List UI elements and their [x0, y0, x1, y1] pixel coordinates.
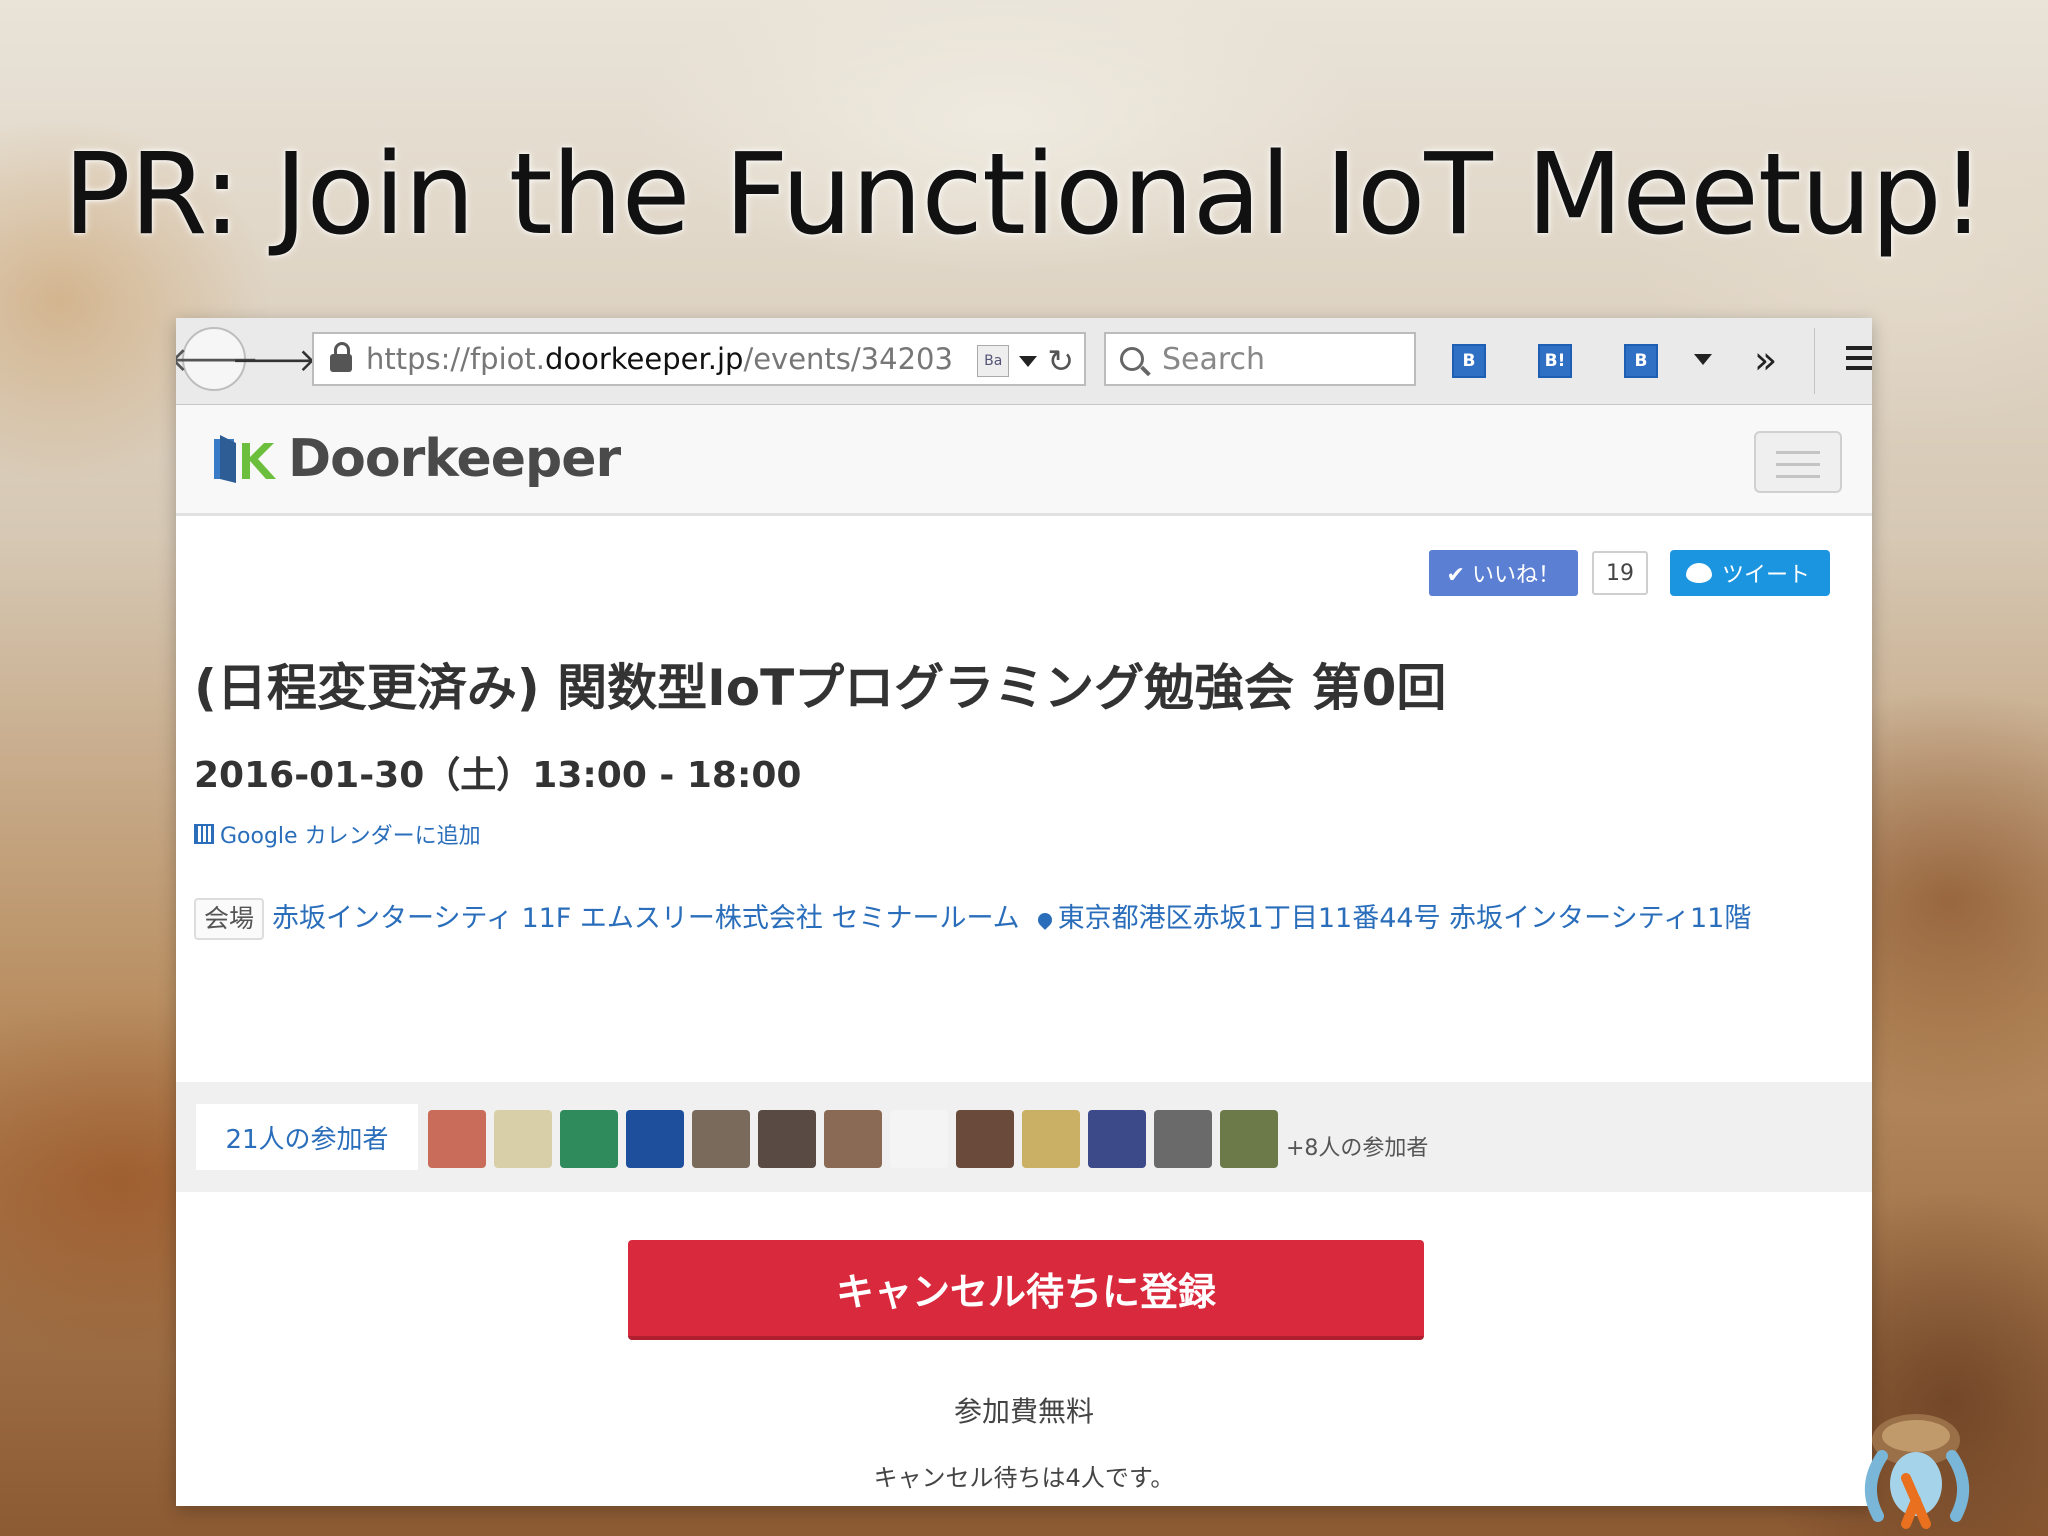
url-scheme: https://fpiot.: [366, 342, 545, 376]
tweet-button[interactable]: ツイート: [1669, 550, 1830, 596]
attendee-avatar[interactable]: [428, 1110, 486, 1168]
site-menu-button[interactable]: [1754, 431, 1842, 493]
hatena-bookmark-add-icon[interactable]: B: [1624, 344, 1658, 378]
more-attendees-link[interactable]: +8人の参加者: [1286, 1130, 1428, 1162]
attendee-avatar[interactable]: [758, 1110, 816, 1168]
lock-icon: [330, 342, 352, 372]
attendee-avatar[interactable]: [1022, 1110, 1080, 1168]
waitlist-text: キャンセル待ちは4人です。: [873, 1464, 1175, 1492]
slide-title: PR: Join the Functional IoT Meetup!: [63, 130, 1986, 260]
reload-icon[interactable]: ↻: [1047, 342, 1074, 380]
doorkeeper-logo-icon[interactable]: [212, 433, 282, 485]
facebook-like-button[interactable]: ✔ いいね！: [1428, 550, 1578, 596]
google-calendar-link[interactable]: Google カレンダーに追加: [194, 818, 481, 850]
url-host: doorkeeper.jp: [544, 342, 744, 376]
arrow-right-icon: 🡒: [231, 340, 317, 379]
nav-buttons: 🡐 🡒: [176, 327, 317, 391]
attendee-avatar[interactable]: [824, 1110, 882, 1168]
attendee-avatar[interactable]: [560, 1110, 618, 1168]
fee-text: 参加費無料: [953, 1395, 1094, 1428]
hatena-bookmark-icon[interactable]: B!: [1538, 344, 1572, 378]
google-calendar-label: Google カレンダーに追加: [220, 824, 481, 849]
attendee-avatar[interactable]: [1154, 1110, 1212, 1168]
like-count: 19: [1591, 551, 1648, 595]
join-waitlist-button[interactable]: キャンセル待ちに登録: [628, 1240, 1424, 1340]
tweet-label: ツイート: [1721, 563, 1810, 588]
search-bar[interactable]: Search: [1104, 332, 1416, 386]
search-placeholder: Search: [1162, 341, 1266, 377]
reader-view-icon[interactable]: Ba: [977, 345, 1010, 377]
url-bar[interactable]: https://fpiot.doorkeeper.jp/events/34203…: [312, 332, 1086, 386]
attendee-avatar[interactable]: [692, 1110, 750, 1168]
attendee-avatar[interactable]: [626, 1110, 684, 1168]
attendee-avatar[interactable]: [1088, 1110, 1146, 1168]
forward-button[interactable]: 🡒: [231, 341, 317, 379]
browser-toolbar: 🡐 🡒 https://fpiot.doorkeeper.jp/events/3…: [176, 318, 1872, 405]
twitter-bird-icon: [1685, 563, 1712, 583]
event-date: 2016-01-30（土）13:00 - 18:00: [194, 755, 802, 796]
venue-name-link[interactable]: 赤坂インターシティ 11F エムスリー株式会社 セミナールーム: [272, 903, 1020, 934]
browser-menu-icon[interactable]: [1846, 346, 1872, 376]
venue-block: 会場 赤坂インターシティ 11F エムスリー株式会社 セミナールーム 東京都港区赤坂…: [194, 896, 1854, 942]
attendee-avatar[interactable]: [890, 1110, 948, 1168]
site-header: Doorkeeper: [176, 405, 1872, 516]
haskell-crab-mascot-icon: [1864, 1414, 1970, 1529]
overflow-chevron-icon[interactable]: »: [1754, 338, 1777, 382]
search-icon: [1120, 347, 1144, 371]
attendee-avatar[interactable]: [494, 1110, 552, 1168]
attendee-avatar[interactable]: [1220, 1110, 1278, 1168]
attendees-count-link[interactable]: 21人の参加者: [196, 1104, 418, 1170]
event-title: (日程変更済み) 関数型IoTプログラミング勉強会 第0回: [194, 659, 1447, 717]
attendee-avatar[interactable]: [956, 1110, 1014, 1168]
venue-address-link[interactable]: 東京都港区赤坂1丁目11番44号 赤坂インターシティ11階: [1058, 903, 1752, 934]
calendar-icon: [194, 824, 214, 844]
attendees-band: 21人の参加者 +8人の参加者: [176, 1082, 1872, 1192]
site-logo-text[interactable]: Doorkeeper: [288, 429, 621, 489]
url-bar-actions: Ba ↻: [977, 342, 1074, 380]
url-text[interactable]: https://fpiot.doorkeeper.jp/events/34203: [366, 342, 953, 376]
social-share-row: ✔ いいね！ 19 ツイート: [1428, 550, 1830, 596]
venue-label: 会場: [194, 898, 265, 940]
browser-window: 🡐 🡒 https://fpiot.doorkeeper.jp/events/3…: [176, 318, 1872, 1506]
url-path: /events/34203: [743, 342, 953, 376]
attendee-avatars: [428, 1110, 1278, 1168]
map-pin-icon: [1034, 910, 1055, 930]
toolbar-divider: [1814, 328, 1815, 394]
url-dropdown-icon[interactable]: [1019, 355, 1038, 367]
hatena-bookmark-list-icon[interactable]: B: [1452, 344, 1486, 378]
toolbar-dropdown-icon[interactable]: [1694, 354, 1712, 365]
